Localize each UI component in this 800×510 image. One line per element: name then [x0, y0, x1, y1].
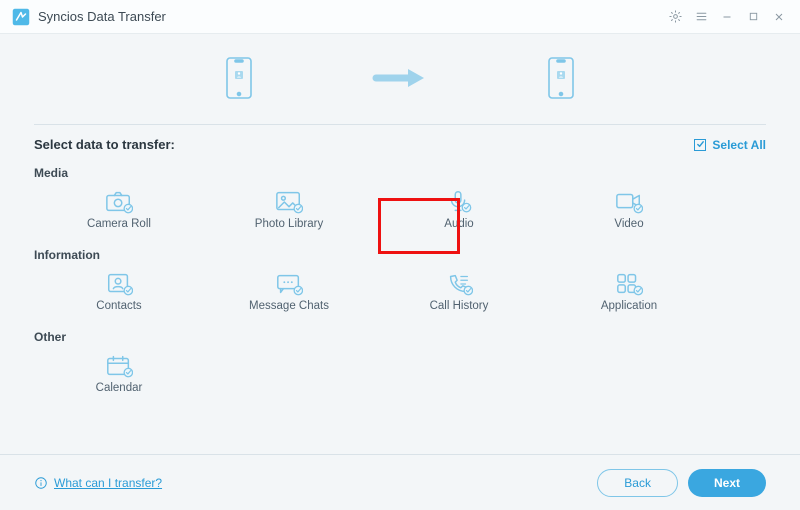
- select-all-label: Select All: [712, 138, 766, 152]
- category-other-label: Other: [34, 330, 766, 344]
- item-label: Video: [614, 218, 643, 230]
- minimize-icon: [721, 11, 733, 23]
- phone-icon: [445, 272, 473, 296]
- app-logo-icon: [12, 8, 30, 26]
- apps-icon: [615, 272, 643, 296]
- info-icon: [34, 476, 48, 490]
- gear-icon: [668, 9, 683, 24]
- title-bar: Syncios Data Transfer: [0, 0, 800, 34]
- item-message-chats[interactable]: Message Chats: [204, 268, 374, 316]
- select-row: Select data to transfer: Select All: [34, 137, 766, 152]
- menu-icon: [695, 10, 708, 23]
- item-label: Photo Library: [255, 218, 323, 230]
- arrow-right-icon: [372, 66, 428, 90]
- minimize-button[interactable]: [714, 4, 740, 30]
- target-phone-icon: [548, 57, 574, 99]
- other-grid: Calendar: [34, 350, 766, 398]
- checkbox-icon: [694, 139, 706, 151]
- message-icon: [275, 272, 303, 296]
- item-video[interactable]: Video: [544, 186, 714, 234]
- item-photo-library[interactable]: Photo Library: [204, 186, 374, 234]
- maximize-icon: [748, 11, 759, 22]
- menu-button[interactable]: [688, 4, 714, 30]
- item-application[interactable]: Application: [544, 268, 714, 316]
- help-text: What can I transfer?: [54, 476, 162, 490]
- photo-icon: [275, 190, 303, 214]
- select-label: Select data to transfer:: [34, 137, 175, 152]
- close-button[interactable]: [766, 4, 792, 30]
- transfer-diagram: [34, 38, 766, 118]
- item-camera-roll[interactable]: Camera Roll: [34, 186, 204, 234]
- close-icon: [773, 11, 785, 23]
- app-title: Syncios Data Transfer: [38, 9, 166, 24]
- information-grid: Contacts Message Chats Call History Appl…: [34, 268, 766, 316]
- contacts-icon: [105, 272, 133, 296]
- footer: What can I transfer? Back Next: [0, 454, 800, 510]
- calendar-icon: [105, 354, 133, 378]
- item-label: Message Chats: [249, 300, 329, 312]
- back-button[interactable]: Back: [597, 469, 678, 497]
- select-all-button[interactable]: Select All: [694, 138, 766, 152]
- item-label: Camera Roll: [87, 218, 151, 230]
- settings-button[interactable]: [662, 4, 688, 30]
- category-media-label: Media: [34, 166, 766, 180]
- camera-icon: [105, 190, 133, 214]
- maximize-button[interactable]: [740, 4, 766, 30]
- item-label: Contacts: [96, 300, 141, 312]
- item-label: Call History: [430, 300, 489, 312]
- help-link[interactable]: What can I transfer?: [34, 476, 162, 490]
- next-button[interactable]: Next: [688, 469, 766, 497]
- divider: [34, 124, 766, 125]
- item-label: Calendar: [96, 382, 143, 394]
- source-phone-icon: [226, 57, 252, 99]
- item-contacts[interactable]: Contacts: [34, 268, 204, 316]
- item-label: Application: [601, 300, 657, 312]
- item-call-history[interactable]: Call History: [374, 268, 544, 316]
- highlight-box: [378, 198, 460, 254]
- item-calendar[interactable]: Calendar: [34, 350, 204, 398]
- video-icon: [615, 190, 643, 214]
